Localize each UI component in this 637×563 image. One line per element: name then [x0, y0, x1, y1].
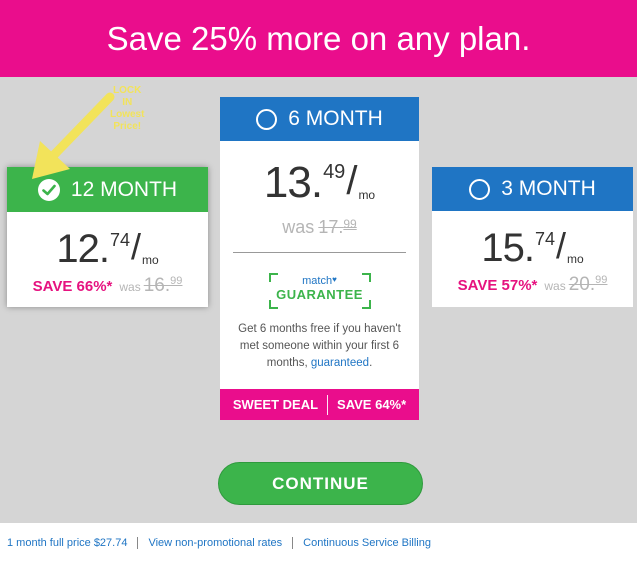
guarantee-description: Get 6 months free if you haven't met som… — [238, 323, 401, 369]
plan-selection-area: 12 MONTH 12. 74 / mo SAVE 66%* was 16.99… — [0, 77, 637, 523]
continue-button[interactable]: CONTINUE — [218, 462, 423, 505]
sweet-deal-bar: SWEET DEAL SAVE 64%* — [220, 389, 419, 420]
was-label: was — [544, 279, 566, 293]
price-whole: 15. — [481, 226, 535, 270]
plan-card-3-month[interactable]: 3 MONTH 15. 74 / mo SAVE 57%* was 20.99 — [432, 167, 633, 307]
price-whole: 13. — [263, 158, 323, 207]
footer-separator — [137, 537, 139, 549]
savings-badge: SAVE 57%* — [457, 277, 538, 294]
divider — [233, 252, 406, 253]
footer-links: 1 month full price $27.74 View non-promo… — [0, 523, 637, 563]
deal-savings: SAVE 64%* — [337, 397, 407, 412]
price-cents: 74 — [109, 230, 130, 250]
plan-price: 12. 74 / mo — [7, 226, 208, 271]
plan-label: 6 MONTH — [288, 107, 383, 130]
deal-label: SWEET DEAL — [232, 397, 319, 412]
savings-row: SAVE 66%* was 16.99 — [7, 275, 208, 297]
price-unit: mo — [141, 253, 159, 267]
was-whole: 16. — [143, 275, 171, 296]
guarantee-label: GUARANTEE — [276, 287, 363, 302]
match-guarantee-badge: match♥ GUARANTEE — [268, 273, 371, 309]
price-slash: / — [346, 159, 358, 203]
radio-icon[interactable] — [469, 178, 491, 200]
banner-text: Save 25% more on any plan. — [106, 19, 531, 57]
non-promotional-rates-link[interactable]: View non-promotional rates — [148, 537, 282, 549]
plan-price: 15. 74 / mo — [432, 225, 633, 270]
was-price-row: was 17.99 — [220, 217, 419, 238]
deal-separator — [327, 394, 329, 415]
plan-header-3-month[interactable]: 3 MONTH — [432, 167, 633, 211]
price-unit: mo — [566, 252, 584, 266]
price-whole: 12. — [56, 227, 110, 271]
plan-header-6-month[interactable]: 6 MONTH — [220, 97, 419, 141]
price-unit: mo — [358, 188, 376, 202]
price-cents: 49 — [323, 161, 346, 183]
was-price: 20.99 — [569, 274, 608, 296]
radio-icon[interactable] — [256, 108, 278, 130]
was-cents: 99 — [595, 274, 608, 286]
was-label: was — [119, 280, 141, 294]
plan-price: 13. 49 / mo — [220, 161, 419, 205]
was-whole: 17. — [318, 217, 344, 237]
was-whole: 20. — [568, 274, 596, 295]
full-price-link[interactable]: 1 month full price $27.74 — [7, 537, 127, 549]
was-label: was — [282, 217, 315, 237]
promo-banner: Save 25% more on any plan. — [0, 0, 637, 77]
match-logo: match♥ — [302, 275, 337, 287]
price-cents: 74 — [534, 229, 555, 249]
guaranteed-link[interactable]: guaranteed — [311, 357, 369, 369]
was-cents: 99 — [170, 275, 183, 287]
footer-separator — [292, 537, 294, 549]
plan-label: 3 MONTH — [501, 177, 596, 200]
was-price: 17.99 — [318, 217, 356, 237]
lock-in-annotation: LOCK IN Lowest Price! — [110, 85, 145, 132]
price-slash: / — [130, 226, 141, 267]
continuous-billing-link[interactable]: Continuous Service Billing — [303, 537, 431, 549]
was-price: 16.99 — [144, 275, 183, 297]
plan-card-6-month[interactable]: 6 MONTH 13. 49 / mo was 17.99 match♥ GUAR… — [220, 97, 419, 420]
price-slash: / — [555, 225, 566, 266]
was-cents: 99 — [343, 217, 357, 231]
savings-row: SAVE 57%* was 20.99 — [432, 274, 633, 296]
savings-badge: SAVE 66%* — [32, 278, 113, 295]
